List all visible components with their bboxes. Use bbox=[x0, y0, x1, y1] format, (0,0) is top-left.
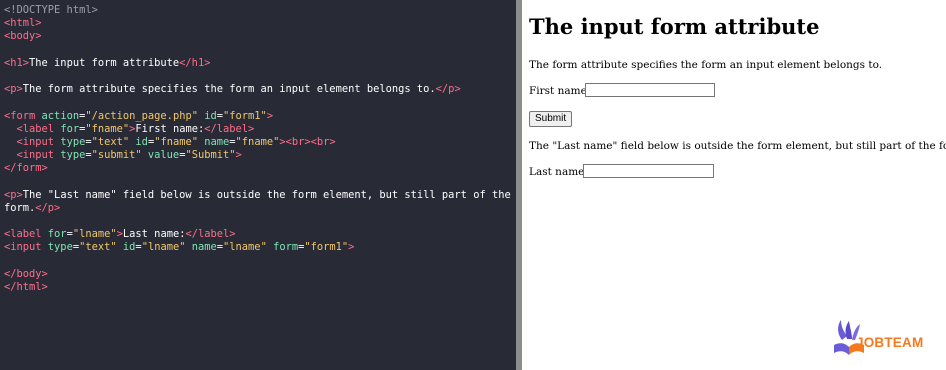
code-line: <input type="submit" value="Submit"> bbox=[4, 149, 516, 162]
code-token: "Submit" bbox=[185, 149, 236, 162]
code-token: action bbox=[41, 109, 80, 122]
code-token: </h1> bbox=[179, 56, 211, 69]
code-line: <input type="text" id="lname" name="lnam… bbox=[4, 241, 516, 254]
code-token: name bbox=[198, 135, 230, 148]
jobteam-logo: JOBTEAM bbox=[832, 318, 942, 358]
code-line: <label for="fname">First name:</label> bbox=[4, 123, 516, 136]
code-line: </html> bbox=[4, 281, 516, 294]
code-line: </form> bbox=[4, 162, 516, 175]
code-token: <body> bbox=[4, 30, 42, 43]
code-token: "submit" bbox=[91, 149, 142, 162]
code-token: <input bbox=[4, 241, 48, 254]
code-token: for bbox=[47, 228, 67, 241]
code-line: <form action="/action_page.php" id="form… bbox=[4, 110, 516, 123]
code-token: id bbox=[129, 135, 148, 148]
page-heading: The input form attribute bbox=[529, 14, 820, 39]
code-line: <label for="lname">Last name:</label> bbox=[4, 228, 516, 241]
code-line: <input type="text" id="fname" name="fnam… bbox=[4, 136, 516, 149]
code-token: > bbox=[266, 109, 274, 122]
code-token: "form1" bbox=[223, 109, 267, 122]
code-token: name bbox=[185, 241, 217, 254]
code-token: Last name: bbox=[122, 228, 186, 241]
code-token: </p> bbox=[35, 201, 61, 214]
code-line: <!DOCTYPE html> bbox=[4, 4, 516, 17]
logo-text: JOBTEAM bbox=[856, 335, 924, 350]
code-token: form bbox=[266, 241, 299, 254]
code-token: value bbox=[141, 149, 180, 162]
code-line: form.</p> bbox=[4, 202, 516, 215]
code-token: > bbox=[235, 149, 242, 162]
code-line: <html> bbox=[4, 17, 516, 30]
code-token: </label> bbox=[185, 228, 236, 241]
last-name-input[interactable] bbox=[583, 164, 714, 178]
code-token: First name: bbox=[135, 122, 205, 135]
code-token: The form attribute specifies the form an… bbox=[22, 83, 436, 96]
code-token: </body> bbox=[4, 267, 48, 280]
outside-form-paragraph: The "Last name" field below is outside t… bbox=[529, 140, 946, 152]
code-token: "text" bbox=[79, 241, 117, 254]
first-name-label: First name: bbox=[529, 85, 591, 97]
code-token: <label bbox=[4, 122, 61, 135]
code-token: <form bbox=[4, 109, 42, 122]
code-token: "/action_page.php" bbox=[85, 109, 198, 122]
code-token: "form1" bbox=[304, 241, 349, 254]
code-token: </html> bbox=[4, 280, 48, 293]
code-token: "lname" bbox=[72, 228, 117, 241]
last-name-label: Last name: bbox=[529, 166, 588, 178]
code-token: "lname" bbox=[141, 241, 186, 254]
code-token: form. bbox=[4, 201, 36, 214]
code-token: "fname" bbox=[85, 122, 130, 135]
code-token: <!DOCTYPE html> bbox=[4, 4, 98, 16]
code-token: for bbox=[60, 122, 80, 135]
code-line: </body> bbox=[4, 268, 516, 281]
code-token: ><br><br> bbox=[279, 135, 336, 148]
code-token: <label bbox=[4, 228, 48, 241]
submit-button[interactable]: Submit bbox=[529, 111, 573, 127]
code-token: type bbox=[60, 135, 86, 148]
code-token: id bbox=[116, 241, 136, 254]
code-token: id bbox=[197, 109, 217, 122]
code-token: "text" bbox=[91, 135, 130, 148]
code-token: <p> bbox=[4, 83, 23, 96]
first-name-input[interactable] bbox=[585, 83, 715, 97]
code-token: "lname" bbox=[223, 241, 267, 254]
result-preview: The input form attribute The form attrib… bbox=[522, 0, 946, 370]
code-token: type bbox=[60, 149, 86, 162]
code-line: <body> bbox=[4, 30, 516, 43]
code-token: The input form attribute bbox=[29, 56, 180, 69]
intro-paragraph: The form attribute specifies the form an… bbox=[529, 59, 883, 71]
code-token: The "Last name" field below is outside t… bbox=[22, 188, 511, 201]
code-token: <h1> bbox=[4, 56, 30, 69]
code-token: "fname" bbox=[235, 135, 280, 148]
code-editor[interactable]: <!DOCTYPE html> <html> <body> <h1>The inpu… bbox=[0, 0, 516, 370]
code-token: </form> bbox=[4, 162, 48, 175]
code-token: <html> bbox=[4, 17, 42, 30]
code-line: <h1>The input form attribute</h1> bbox=[4, 57, 516, 70]
code-token: "fname" bbox=[154, 135, 198, 148]
code-line: <p>The form attribute specifies the form… bbox=[4, 83, 516, 96]
code-line: <p>The "Last name" field below is outsid… bbox=[4, 189, 516, 202]
code-token: <input bbox=[4, 135, 61, 148]
code-token: > bbox=[348, 241, 355, 254]
code-token: </p> bbox=[435, 83, 461, 96]
code-token: <p> bbox=[4, 188, 23, 201]
code-token: </label> bbox=[204, 122, 255, 135]
code-token: <input bbox=[4, 149, 61, 162]
code-token: type bbox=[47, 241, 73, 254]
